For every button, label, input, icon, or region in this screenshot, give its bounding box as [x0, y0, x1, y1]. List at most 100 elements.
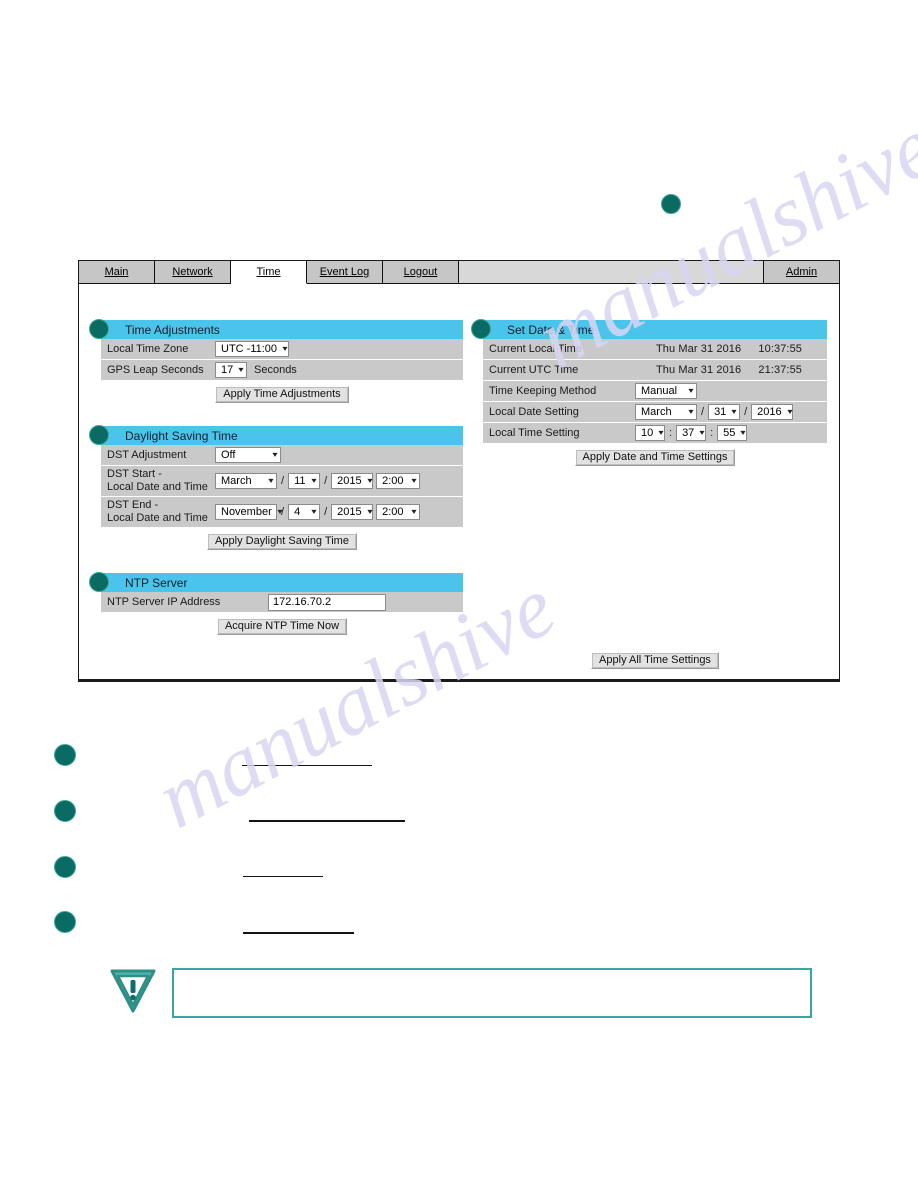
apply-all-time-settings-button[interactable]: Apply All Time Settings: [591, 652, 719, 669]
acquire-ntp-time-now-button[interactable]: Acquire NTP Time Now: [216, 618, 348, 635]
select-local-time-seconds[interactable]: 55 ▾: [717, 425, 748, 441]
select-local-time-zone[interactable]: UTC -11:00 ▾: [215, 341, 289, 357]
callout-dot-standalone: [661, 194, 681, 214]
select-dst-start-time[interactable]: 2:00 ▾: [376, 473, 421, 489]
label-dst-start: DST Start - Local Date and Time: [107, 468, 208, 493]
row-dst-adjustment: DST Adjustment Off ▾: [101, 445, 463, 466]
callout-dot-3: [54, 856, 76, 878]
callout-dot-1: [54, 744, 76, 766]
select-dst-end-day[interactable]: 4 ▾: [288, 504, 321, 520]
label-dst-adjustment: DST Adjustment: [107, 448, 187, 461]
device-web-ui-panel: Main Network Time Event Log Logout Admin…: [78, 260, 840, 682]
tab-network-label: Network: [172, 266, 213, 278]
chevron-down-icon: ▾: [238, 365, 244, 374]
apply-date-and-time-settings-button[interactable]: Apply Date and Time Settings: [574, 449, 736, 466]
row-current-utc-time: Current UTC Time Thu Mar 31 2016 21:37:5…: [483, 360, 827, 381]
value-ntp-server-ip: 172.16.70.2: [263, 593, 463, 611]
select-gps-leap-seconds[interactable]: 17 ▾: [215, 362, 247, 378]
chevron-down-icon: ▾: [311, 476, 317, 485]
tab-logout[interactable]: Logout: [383, 261, 459, 284]
chevron-down-icon: ▾: [411, 507, 417, 516]
date-separator: /: [324, 475, 328, 487]
value-current-local-time: Thu Mar 31 2016 10:37:55: [631, 343, 827, 355]
chevron-down-icon: ▾: [367, 507, 373, 516]
apply-time-adjustments-button[interactable]: Apply Time Adjustments: [215, 386, 349, 403]
label-dst-end: DST End - Local Date and Time: [107, 499, 208, 524]
select-gps-leap-seconds-value: 17: [221, 364, 234, 376]
select-local-date-month[interactable]: March ▾: [635, 404, 697, 420]
select-time-keeping-method[interactable]: Manual ▾: [635, 383, 697, 399]
label-current-local-time: Current Local Time: [489, 342, 582, 355]
select-local-date-year[interactable]: 2016 ▾: [751, 404, 794, 420]
chevron-down-icon: ▾: [268, 476, 274, 485]
chevron-down-icon: ▾: [688, 407, 694, 416]
select-dst-start-day[interactable]: 11 ▾: [288, 473, 321, 489]
select-dst-start-time-value: 2:00: [382, 475, 404, 487]
chevron-down-icon: ▾: [282, 344, 288, 353]
value-local-time-setting: 10 ▾ : 37 ▾ : 55 ▾: [631, 425, 827, 441]
value-local-time-zone: UTC -11:00 ▾: [211, 341, 463, 357]
select-local-time-hours[interactable]: 10 ▾: [635, 425, 665, 441]
chevron-down-icon: ▾: [688, 386, 694, 395]
button-bar-daylight-saving-time: Apply Daylight Saving Time: [101, 533, 463, 550]
select-dst-adjustment[interactable]: Off ▾: [215, 447, 281, 463]
select-dst-end-year[interactable]: 2015 ▾: [331, 504, 374, 520]
chevron-down-icon: ▾: [311, 507, 317, 516]
underline-rule-1: [242, 765, 372, 766]
section-time-adjustments: Time Adjustments Local Time Zone UTC -11…: [89, 319, 463, 403]
row-time-keeping-method: Time Keeping Method Manual ▾: [483, 381, 827, 402]
label-time-keeping-method: Time Keeping Method: [489, 384, 597, 397]
tab-admin[interactable]: Admin: [763, 261, 839, 284]
section-ntp-server: NTP Server NTP Server IP Address 172.16.…: [89, 572, 463, 635]
current-local-time-date: Thu Mar 31 2016: [655, 343, 742, 355]
value-dst-adjustment: Off ▾: [211, 447, 463, 463]
label-gps-leap-seconds: GPS Leap Seconds: [107, 363, 204, 376]
select-local-date-day[interactable]: 31 ▾: [708, 404, 741, 420]
tab-admin-label: Admin: [785, 266, 818, 278]
current-local-time-clock: 10:37:55: [758, 343, 803, 355]
button-bar-set-date-time: Apply Date and Time Settings: [483, 449, 827, 466]
tab-main[interactable]: Main: [79, 261, 155, 284]
date-separator: /: [744, 406, 748, 418]
tab-event-log[interactable]: Event Log: [307, 261, 383, 284]
note-callout-box: [172, 968, 812, 1018]
select-dst-start-month[interactable]: March ▾: [215, 473, 277, 489]
label-local-time-zone: Local Time Zone: [107, 342, 189, 355]
tab-network[interactable]: Network: [155, 261, 231, 284]
select-dst-end-month[interactable]: November ▾: [215, 504, 282, 520]
underline-rule-3: [243, 876, 323, 877]
value-gps-leap-seconds: 17 ▾ Seconds: [211, 362, 463, 378]
section-header-daylight-saving-time: Daylight Saving Time: [89, 425, 463, 445]
label-ntp-server-ip: NTP Server IP Address: [107, 595, 221, 608]
select-local-time-minutes-value: 37: [682, 427, 695, 439]
section-title-ntp-server: NTP Server: [125, 575, 188, 590]
chevron-down-icon: ▾: [272, 450, 278, 459]
select-dst-start-year[interactable]: 2015 ▾: [331, 473, 374, 489]
unit-label-seconds: Seconds: [254, 364, 297, 376]
select-dst-adjustment-value: Off: [221, 449, 236, 461]
apply-daylight-saving-time-button[interactable]: Apply Daylight Saving Time: [207, 533, 357, 550]
section-daylight-saving-time: Daylight Saving Time DST Adjustment Off …: [89, 425, 463, 550]
tab-time[interactable]: Time: [231, 261, 307, 284]
select-dst-end-time[interactable]: 2:00 ▾: [376, 504, 421, 520]
chevron-down-icon: ▾: [277, 507, 283, 516]
chevron-down-icon: ▾: [367, 476, 373, 485]
section-header-set-date-time: Set Date & Time: [471, 319, 827, 339]
section-title-set-date-time: Set Date & Time: [507, 322, 595, 337]
select-dst-start-day-value: 11: [294, 475, 306, 487]
row-local-date-setting: Local Date Setting March ▾ / 31 ▾ / 2016…: [483, 402, 827, 423]
row-local-time-setting: Local Time Setting 10 ▾ : 37 ▾ : 55 ▾: [483, 423, 827, 444]
callout-dot-2: [54, 800, 76, 822]
row-ntp-server-ip: NTP Server IP Address 172.16.70.2: [101, 592, 463, 613]
button-bar-ntp-server: Acquire NTP Time Now: [101, 618, 463, 635]
button-bar-apply-all: Apply All Time Settings: [483, 652, 827, 669]
tab-logout-label: Logout: [403, 266, 438, 278]
select-dst-start-month-value: March: [221, 475, 252, 487]
select-dst-end-year-value: 2015: [337, 506, 362, 518]
select-local-date-year-value: 2016: [757, 406, 782, 418]
select-local-time-minutes[interactable]: 37 ▾: [676, 425, 707, 441]
value-current-utc-time: Thu Mar 31 2016 21:37:55: [631, 364, 827, 376]
chevron-down-icon: ▾: [658, 428, 664, 437]
ntp-server-ip-input[interactable]: 172.16.70.2: [268, 593, 386, 611]
select-dst-start-year-value: 2015: [337, 475, 362, 487]
